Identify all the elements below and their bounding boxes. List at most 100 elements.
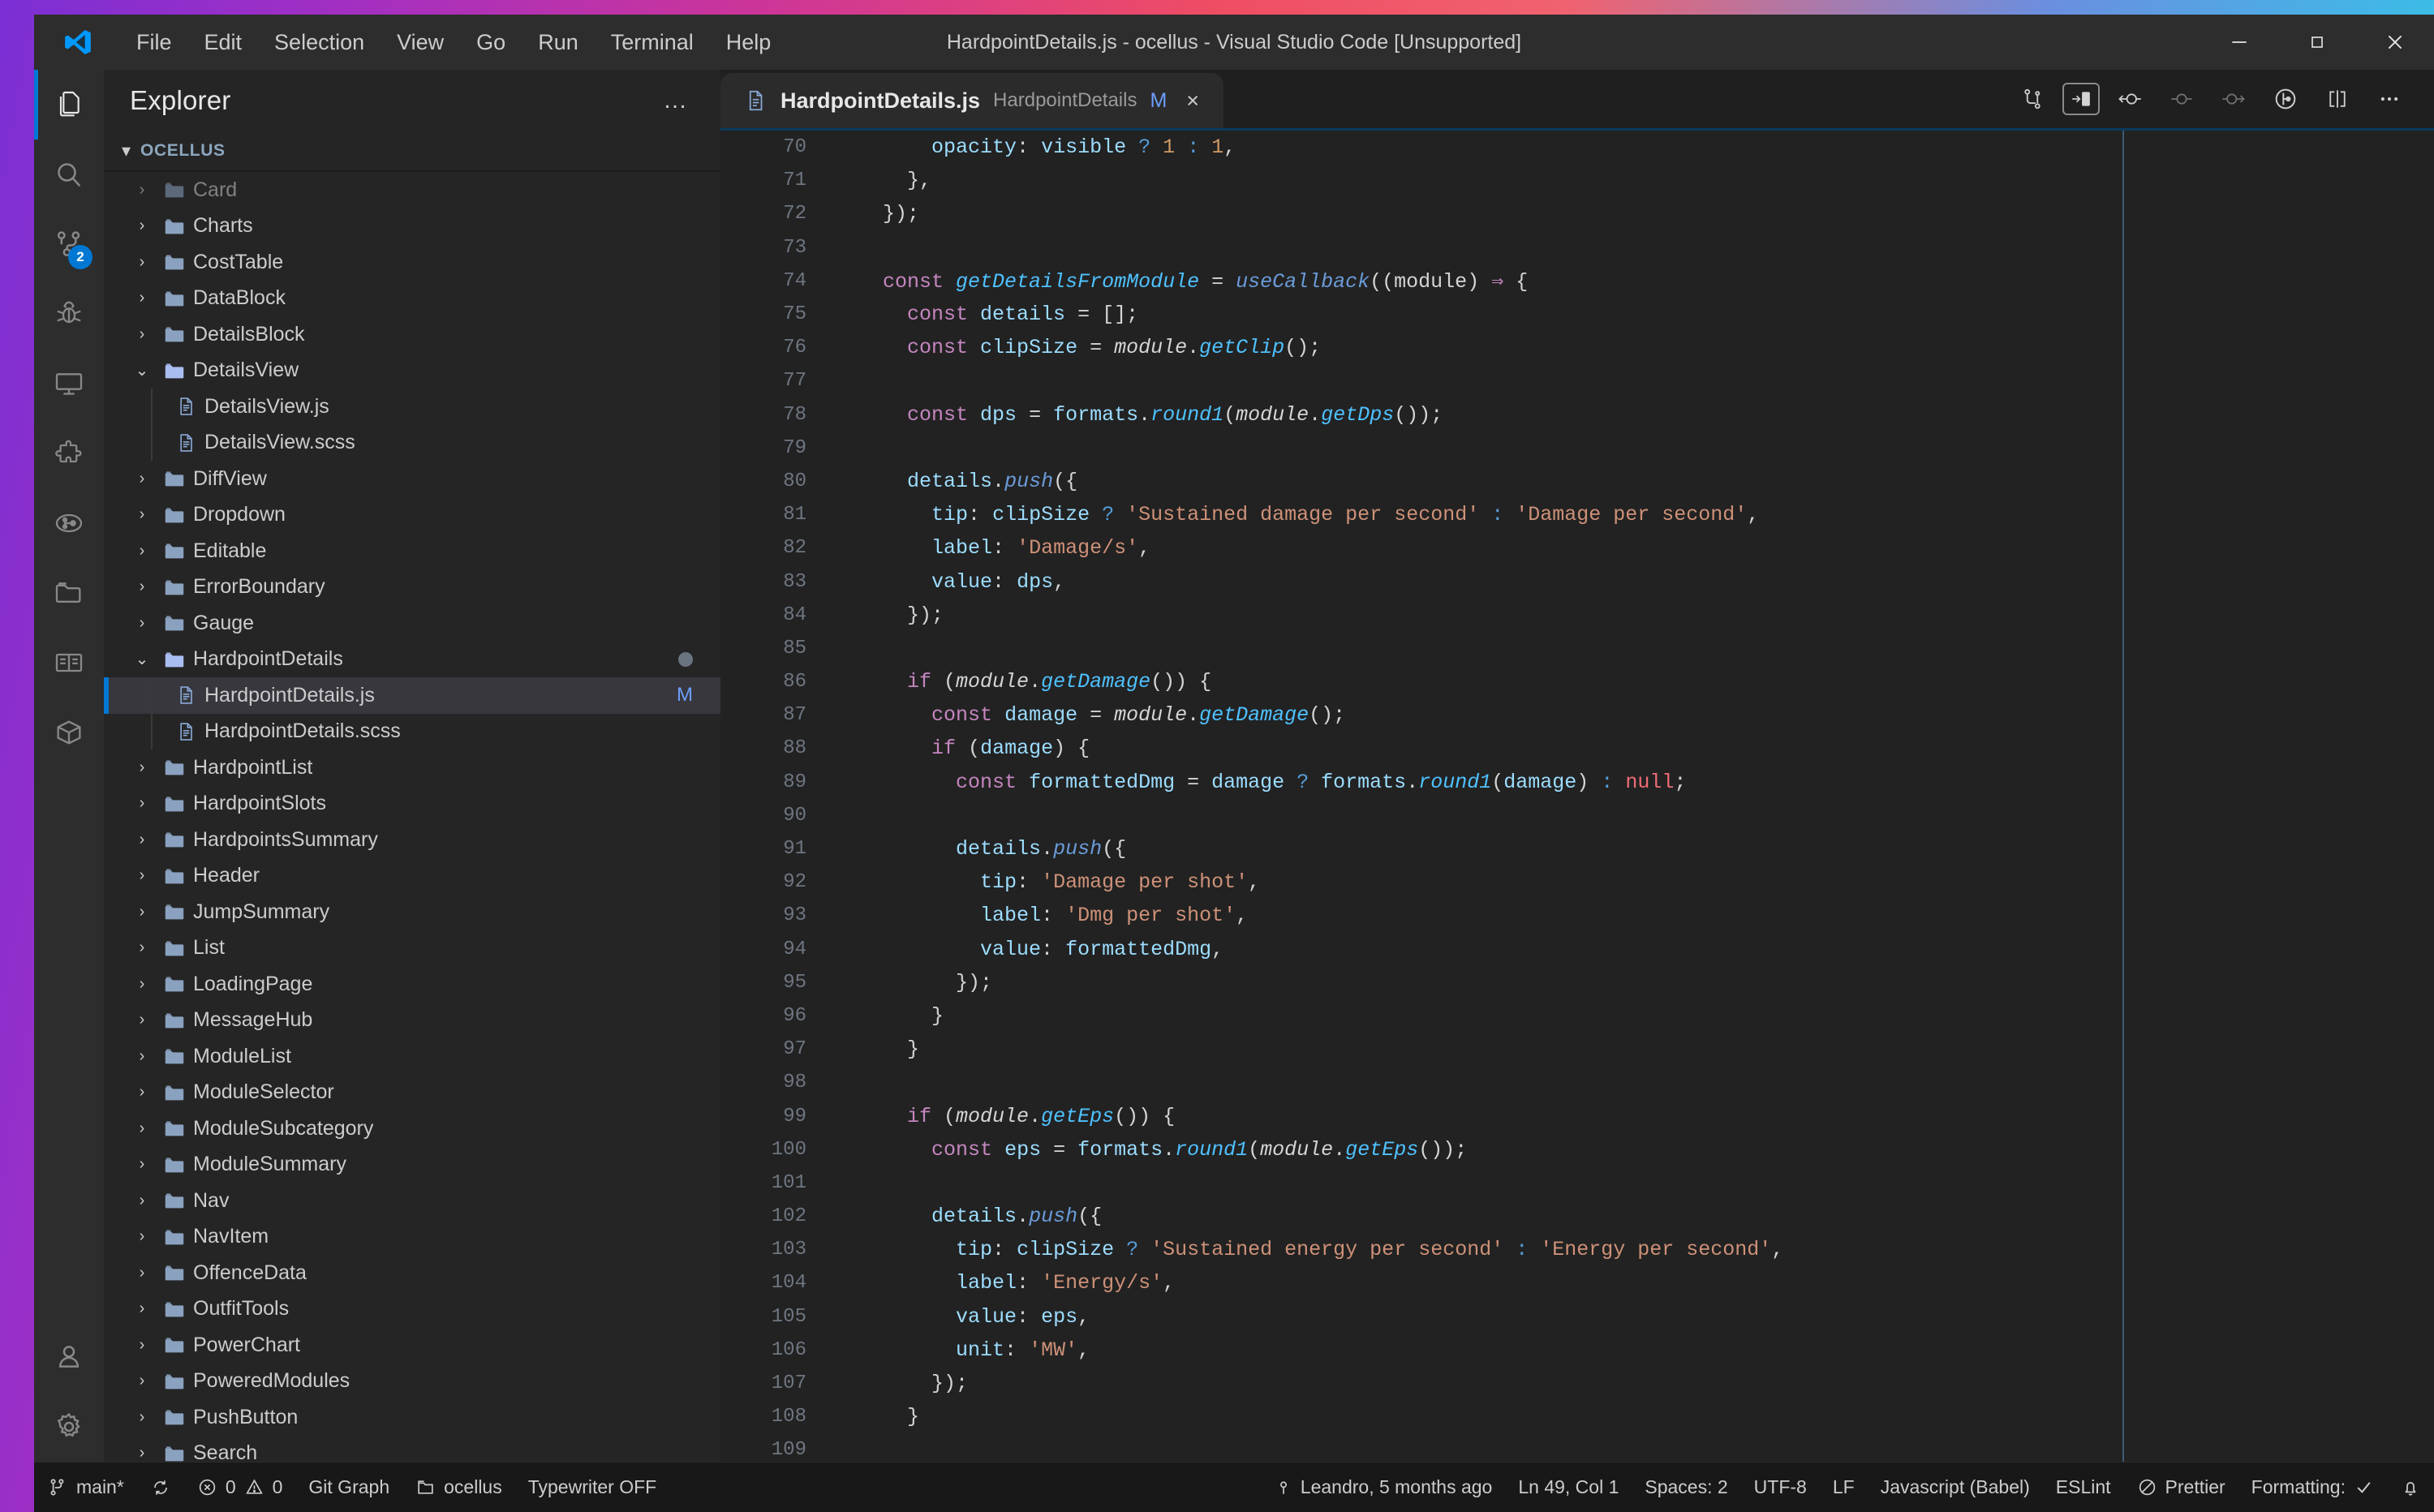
tree-folder-row[interactable]: › Card xyxy=(104,172,720,208)
chevron-right-icon[interactable]: › xyxy=(128,289,156,307)
code-line[interactable]: 101 xyxy=(720,1166,2434,1200)
tree-folder-row[interactable]: › PushButton xyxy=(104,1399,720,1436)
code-line[interactable]: 105 value: eps, xyxy=(720,1300,2434,1334)
tree-folder-row[interactable]: › ModuleSummary xyxy=(104,1147,720,1183)
code-line[interactable]: 103 tip: clipSize ? 'Sustained energy pe… xyxy=(720,1233,2434,1266)
chevron-right-icon[interactable]: › xyxy=(128,542,156,561)
status-indentation[interactable]: Spaces: 2 xyxy=(1632,1463,1740,1512)
revert-change-icon[interactable] xyxy=(2160,77,2204,121)
code-line[interactable]: 93 label: 'Dmg per shot', xyxy=(720,899,2434,932)
chevron-right-icon[interactable]: › xyxy=(128,614,156,633)
code-line[interactable]: 87 const damage = module.getDamage(); xyxy=(720,698,2434,732)
status-git-blame[interactable]: Leandro, 5 months ago xyxy=(1262,1463,1506,1512)
next-change-icon[interactable] xyxy=(2212,77,2256,121)
tree-folder-row[interactable]: › ModuleList xyxy=(104,1038,720,1075)
code-line[interactable]: 104 label: 'Energy/s', xyxy=(720,1266,2434,1299)
status-eol[interactable]: LF xyxy=(1820,1463,1868,1512)
chevron-right-icon[interactable]: › xyxy=(128,181,156,200)
compare-changes-icon[interactable] xyxy=(2010,77,2054,121)
activitybar-item-extensions[interactable] xyxy=(34,419,104,488)
chevron-right-icon[interactable]: › xyxy=(128,470,156,488)
chevron-right-icon[interactable]: › xyxy=(128,1047,156,1066)
code-line[interactable]: 78 const dps = formats.round1(module.get… xyxy=(720,398,2434,432)
chevron-right-icon[interactable]: › xyxy=(128,1408,156,1427)
menu-view[interactable]: View xyxy=(381,25,460,60)
code-line[interactable]: 108 } xyxy=(720,1400,2434,1433)
menu-file[interactable]: File xyxy=(120,25,188,60)
code-line[interactable]: 76 const clipSize = module.getClip(); xyxy=(720,331,2434,364)
code-line[interactable]: 70 opacity: visible ? 1 : 1, xyxy=(720,131,2434,164)
activitybar-item-project-manager[interactable] xyxy=(34,558,104,628)
status-git-graph[interactable]: Git Graph xyxy=(295,1463,402,1512)
chevron-right-icon[interactable]: › xyxy=(128,794,156,813)
chevron-right-icon[interactable]: › xyxy=(128,505,156,524)
activitybar-item-run-and-debug[interactable] xyxy=(34,279,104,349)
chevron-right-icon[interactable]: › xyxy=(128,578,156,596)
code-line[interactable]: 77 xyxy=(720,364,2434,397)
code-line[interactable]: 100 const eps = formats.round1(module.ge… xyxy=(720,1133,2434,1166)
tree-folder-row[interactable]: › ErrorBoundary xyxy=(104,569,720,606)
tree-folder-row[interactable]: › Gauge xyxy=(104,605,720,642)
chevron-right-icon[interactable]: › xyxy=(128,939,156,957)
menu-help[interactable]: Help xyxy=(710,25,788,60)
code-line[interactable]: 86 if (module.getDamage()) { xyxy=(720,665,2434,698)
code-lines[interactable]: 70 opacity: visible ? 1 : 1, 71 }, 72 }); 7… xyxy=(720,131,2434,1462)
chevron-right-icon[interactable]: › xyxy=(128,1192,156,1210)
status-project[interactable]: ocellus xyxy=(402,1463,515,1512)
explorer-section-header[interactable]: ▾ OCELLUS xyxy=(104,131,720,170)
chevron-down-icon[interactable]: ⌄ xyxy=(128,649,156,669)
split-editor-icon[interactable] xyxy=(2316,77,2359,121)
tree-folder-row[interactable]: › DataBlock xyxy=(104,281,720,317)
code-line[interactable]: 83 value: dps, xyxy=(720,565,2434,598)
previous-change-icon[interactable] xyxy=(2108,77,2152,121)
status-branch[interactable]: main* xyxy=(34,1463,137,1512)
tree-folder-row[interactable]: › DiffView xyxy=(104,461,720,497)
chevron-right-icon[interactable]: › xyxy=(128,1011,156,1029)
tree-folder-row[interactable]: › Charts xyxy=(104,208,720,245)
menu-go[interactable]: Go xyxy=(460,25,522,60)
activitybar-item-source-control[interactable]: 2 xyxy=(34,209,104,279)
tree-folder-row[interactable]: › CostTable xyxy=(104,244,720,281)
tree-folder-row[interactable]: › MessageHub xyxy=(104,1003,720,1039)
code-line[interactable]: 73 xyxy=(720,231,2434,264)
code-line[interactable]: 97 } xyxy=(720,1033,2434,1066)
code-line[interactable]: 91 details.push({ xyxy=(720,832,2434,866)
code-line[interactable]: 84 }); xyxy=(720,599,2434,632)
tree-folder-row[interactable]: › Editable xyxy=(104,533,720,569)
code-line[interactable]: 92 tip: 'Damage per shot', xyxy=(720,866,2434,899)
status-encoding[interactable]: UTF-8 xyxy=(1741,1463,1820,1512)
tree-folder-row[interactable]: ⌄ DetailsView xyxy=(104,353,720,389)
status-cursor-position[interactable]: Ln 49, Col 1 xyxy=(1505,1463,1632,1512)
status-problems[interactable]: 0 0 xyxy=(184,1463,296,1512)
tree-file-row[interactable]: HardpointDetails.js M xyxy=(104,677,720,714)
tree-folder-row[interactable]: ⌄ HardpointDetails xyxy=(104,642,720,678)
code-editor[interactable]: 70 opacity: visible ? 1 : 1, 71 }, 72 }); 7… xyxy=(720,131,2434,1462)
tree-folder-row[interactable]: › OutfitTools xyxy=(104,1291,720,1328)
menu-edit[interactable]: Edit xyxy=(188,25,259,60)
chevron-right-icon[interactable]: › xyxy=(128,903,156,921)
status-eslint[interactable]: ESLint xyxy=(2043,1463,2124,1512)
chevron-right-icon[interactable]: › xyxy=(128,217,156,235)
code-line[interactable]: 106 unit: 'MW', xyxy=(720,1334,2434,1367)
tree-folder-row[interactable]: › Dropdown xyxy=(104,497,720,534)
chevron-right-icon[interactable]: › xyxy=(128,831,156,849)
code-line[interactable]: 90 xyxy=(720,799,2434,832)
tree-folder-row[interactable]: › HardpointList xyxy=(104,750,720,786)
code-line[interactable]: 102 details.push({ xyxy=(720,1200,2434,1233)
more-actions-icon[interactable] xyxy=(2367,77,2411,121)
tree-file-row[interactable]: HardpointDetails.scss xyxy=(104,714,720,750)
code-line[interactable]: 98 xyxy=(720,1066,2434,1099)
activitybar-item-search[interactable] xyxy=(34,140,104,209)
status-sync[interactable] xyxy=(137,1463,184,1512)
code-line[interactable]: 99 if (module.getEps()) { xyxy=(720,1099,2434,1132)
code-line[interactable]: 109 xyxy=(720,1433,2434,1462)
code-line[interactable]: 95 }); xyxy=(720,966,2434,999)
tree-folder-row[interactable]: › HardpointSlots xyxy=(104,786,720,823)
code-line[interactable]: 71 }, xyxy=(720,164,2434,197)
code-line[interactable]: 80 details.push({ xyxy=(720,465,2434,498)
code-line[interactable]: 89 const formattedDmg = damage ? formats… xyxy=(720,766,2434,799)
tree-folder-row[interactable]: › PoweredModules xyxy=(104,1364,720,1400)
tree-folder-row[interactable]: › ModuleSubcategory xyxy=(104,1110,720,1147)
activitybar-item-remote-explorer[interactable] xyxy=(34,349,104,419)
tree-folder-row[interactable]: › ModuleSelector xyxy=(104,1075,720,1111)
